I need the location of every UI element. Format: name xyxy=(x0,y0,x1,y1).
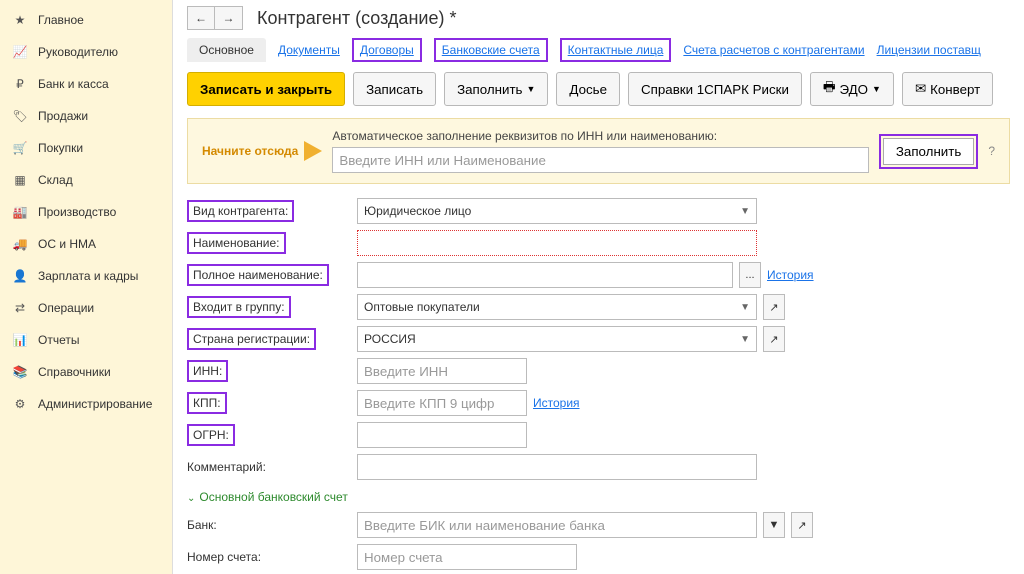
open-button[interactable]: ↗ xyxy=(763,294,785,320)
envelope-icon: ✉ xyxy=(915,81,926,97)
form: Вид контрагента: Юридическое лицо▼ Наиме… xyxy=(187,198,1010,574)
sidebar-item-manager[interactable]: 📈Руководителю xyxy=(0,36,172,68)
tab-contacts[interactable]: Контактные лица xyxy=(560,38,672,62)
full-name-label: Полное наименование: xyxy=(187,264,329,286)
convert-button[interactable]: ✉ Конверт xyxy=(902,72,993,106)
ruble-icon: ₽ xyxy=(12,76,28,92)
sidebar-item-reports[interactable]: 📊Отчеты xyxy=(0,324,172,356)
comment-input[interactable] xyxy=(357,454,757,480)
country-label: Страна регистрации: xyxy=(187,328,316,350)
comment-label: Комментарий: xyxy=(187,460,347,474)
sidebar-item-production[interactable]: 🏭Производство xyxy=(0,196,172,228)
chevron-down-icon: ▼ xyxy=(740,334,750,345)
type-select[interactable]: Юридическое лицо▼ xyxy=(357,198,757,224)
inn-label: ИНН: xyxy=(187,360,228,382)
autofill-desc: Автоматическое заполнение реквизитов по … xyxy=(332,129,869,143)
chart-icon: 📈 xyxy=(12,44,28,60)
factory-icon: 🏭 xyxy=(12,204,28,220)
fill-button[interactable]: Заполнить ▼ xyxy=(444,72,548,106)
toolbar: Записать и закрыть Записать Заполнить ▼ … xyxy=(187,72,1010,106)
save-close-button[interactable]: Записать и закрыть xyxy=(187,72,345,106)
sidebar-item-catalogs[interactable]: 📚Справочники xyxy=(0,356,172,388)
tab-main[interactable]: Основное xyxy=(187,38,266,62)
spark-button[interactable]: Справки 1СПАРК Риски xyxy=(628,72,802,106)
sidebar-item-purchases[interactable]: 🛒Покупки xyxy=(0,132,172,164)
operations-icon: ⇄ xyxy=(12,300,28,316)
ogrn-input[interactable] xyxy=(357,422,527,448)
bank-section-header[interactable]: ⌄Основной банковский счет xyxy=(187,486,1010,506)
tab-licenses[interactable]: Лицензии поставщ xyxy=(877,43,981,57)
autofill-panel: Начните отсюда Автоматическое заполнение… xyxy=(187,118,1010,184)
tab-accounts[interactable]: Счета расчетов с контрагентами xyxy=(683,43,864,57)
chevron-down-icon: ▼ xyxy=(872,84,881,94)
bank-input[interactable] xyxy=(357,512,757,538)
chevron-down-icon: ▼ xyxy=(740,302,750,313)
country-select[interactable]: РОССИЯ▼ xyxy=(357,326,757,352)
save-button[interactable]: Записать xyxy=(353,72,436,106)
sidebar-item-bank[interactable]: ₽Банк и касса xyxy=(0,68,172,100)
open-button[interactable]: ↗ xyxy=(763,326,785,352)
printer-icon: 🖶 xyxy=(823,78,836,100)
kpp-input[interactable] xyxy=(357,390,527,416)
sidebar-item-admin[interactable]: ⚙Администрирование xyxy=(0,388,172,420)
person-icon: 👤 xyxy=(12,268,28,284)
cart-icon: 🛒 xyxy=(12,140,28,156)
account-label: Номер счета: xyxy=(187,550,347,564)
nav-buttons: ← → xyxy=(187,6,243,30)
truck-icon: 🚚 xyxy=(12,236,28,252)
help-icon[interactable]: ? xyxy=(988,144,995,158)
group-select[interactable]: Оптовые покупатели▼ xyxy=(357,294,757,320)
tab-contracts[interactable]: Договоры xyxy=(352,38,422,62)
ogrn-label: ОГРН: xyxy=(187,424,235,446)
group-label: Входит в группу: xyxy=(187,296,291,318)
sidebar: ★Главное 📈Руководителю ₽Банк и касса 🏷Пр… xyxy=(0,0,173,574)
page-title: Контрагент (создание) * xyxy=(257,8,456,29)
tab-documents[interactable]: Документы xyxy=(278,43,340,57)
type-label: Вид контрагента: xyxy=(187,200,294,222)
account-input[interactable] xyxy=(357,544,577,570)
start-here-label: Начните отсюда xyxy=(202,144,298,158)
sidebar-item-sales[interactable]: 🏷Продажи xyxy=(0,100,172,132)
history-link-kpp[interactable]: История xyxy=(533,396,580,410)
book-icon: 📚 xyxy=(12,364,28,380)
chevron-down-icon: ▼ xyxy=(740,206,750,217)
sidebar-item-hr[interactable]: 👤Зарплата и кадры xyxy=(0,260,172,292)
tab-bar: Основное Документы Договоры Банковские с… xyxy=(187,38,1010,62)
sidebar-item-operations[interactable]: ⇄Операции xyxy=(0,292,172,324)
chevron-down-icon: ▼ xyxy=(527,84,536,94)
tab-bank-accounts[interactable]: Банковские счета xyxy=(434,38,548,62)
sidebar-item-warehouse[interactable]: ▦Склад xyxy=(0,164,172,196)
bank-label: Банк: xyxy=(187,518,347,532)
name-label: Наименование: xyxy=(187,232,286,254)
main-panel: ← → Контрагент (создание) * Основное Док… xyxy=(173,0,1024,574)
boxes-icon: ▦ xyxy=(12,172,28,188)
sidebar-item-main[interactable]: ★Главное xyxy=(0,4,172,36)
arrow-right-icon xyxy=(304,141,322,161)
tag-icon: 🏷 xyxy=(12,108,28,124)
edo-button[interactable]: 🖶 ЭДО ▼ xyxy=(810,72,894,106)
more-button[interactable]: ... xyxy=(739,262,761,288)
full-name-input[interactable] xyxy=(357,262,733,288)
dropdown-button[interactable]: ▼ xyxy=(763,512,785,538)
report-icon: 📊 xyxy=(12,332,28,348)
sidebar-item-assets[interactable]: 🚚ОС и НМА xyxy=(0,228,172,260)
name-input[interactable] xyxy=(357,230,757,256)
autofill-fill-button[interactable]: Заполнить xyxy=(883,138,974,165)
open-button[interactable]: ↗ xyxy=(791,512,813,538)
history-link[interactable]: История xyxy=(767,268,814,282)
arrow-right-icon: → xyxy=(223,11,235,25)
forward-button[interactable]: → xyxy=(215,6,243,30)
autofill-input[interactable] xyxy=(332,147,869,173)
kpp-label: КПП: xyxy=(187,392,227,414)
inn-input[interactable] xyxy=(357,358,527,384)
star-icon: ★ xyxy=(12,12,28,28)
back-button[interactable]: ← xyxy=(187,6,215,30)
gear-icon: ⚙ xyxy=(12,396,28,412)
dossier-button[interactable]: Досье xyxy=(556,72,620,106)
arrow-left-icon: ← xyxy=(195,11,207,25)
chevron-down-icon: ▼ xyxy=(769,519,780,531)
chevron-down-icon: ⌄ xyxy=(187,493,195,504)
